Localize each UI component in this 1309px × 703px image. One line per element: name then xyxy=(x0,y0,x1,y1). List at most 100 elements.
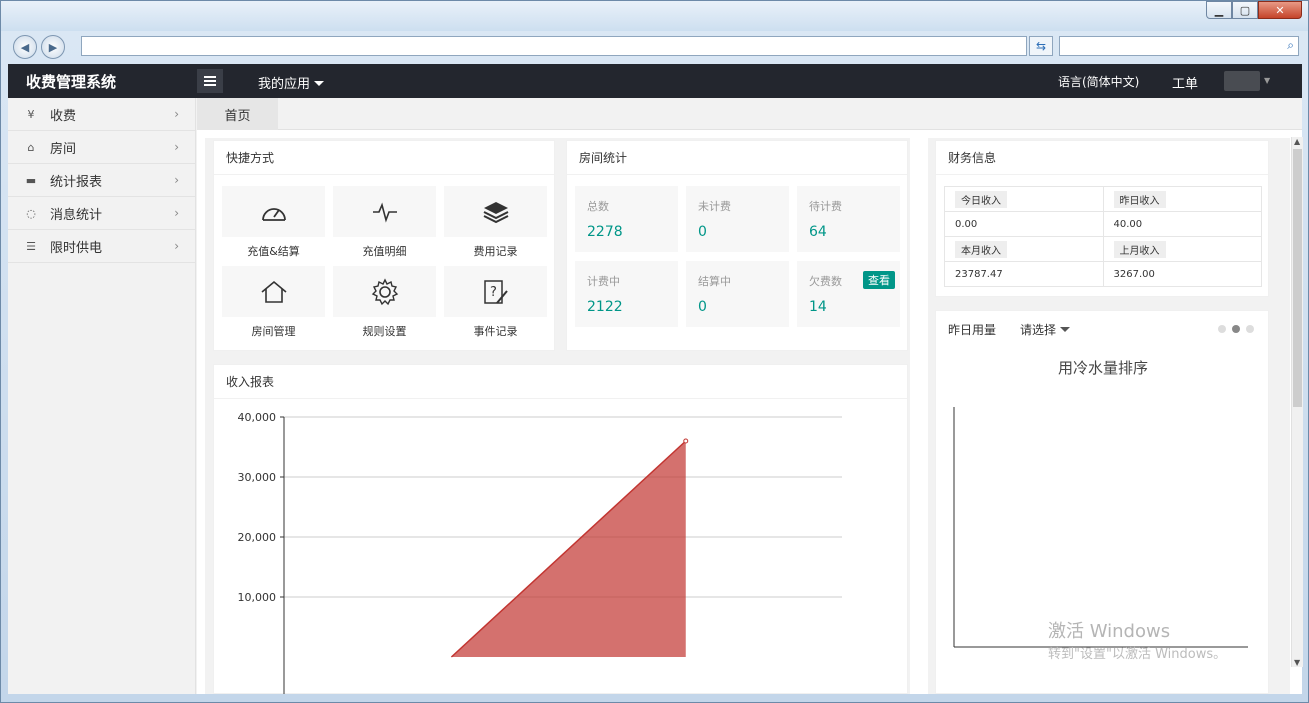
hamburger-icon xyxy=(204,80,216,82)
scroll-down-icon[interactable]: ▼ xyxy=(1294,658,1300,667)
panel-title: 收入报表 xyxy=(214,365,907,399)
carousel-dot[interactable] xyxy=(1246,325,1254,333)
quick-label: 事件记录 xyxy=(473,325,518,338)
maximize-button[interactable]: ▢ xyxy=(1232,1,1258,19)
usage-select[interactable]: 请选择 xyxy=(1020,321,1071,338)
panel-title: 快捷方式 xyxy=(214,141,554,175)
refresh-icon[interactable]: ⇆ xyxy=(1029,36,1053,56)
month-income-label: 本月收入 xyxy=(955,240,1007,258)
usage-title: 昨日用量 xyxy=(948,323,997,337)
quick-rule-settings[interactable]: 规则设置 xyxy=(333,266,436,339)
quick-recharge-settle[interactable]: 充值&结算 xyxy=(222,186,325,259)
carousel-dot[interactable] xyxy=(1218,325,1226,333)
yen-icon: ¥ xyxy=(27,107,35,121)
address-bar[interactable] xyxy=(81,36,1027,56)
sidebar-item-power[interactable]: ☰ 限时供电 › xyxy=(8,230,195,263)
quick-room-manage[interactable]: 房间管理 xyxy=(222,266,325,339)
close-button[interactable]: ✕ xyxy=(1258,1,1302,19)
stat-value: 2278 xyxy=(587,224,623,240)
chevron-right-icon: › xyxy=(174,140,179,154)
activation-watermark: 激活 Windows xyxy=(1048,621,1171,642)
sidebar-item-charge[interactable]: ¥ 收费 › xyxy=(8,98,195,131)
back-button[interactable]: ◀ xyxy=(13,35,37,59)
stat-label: 欠费数 xyxy=(809,275,842,288)
income-point[interactable] xyxy=(683,438,689,444)
stat-label: 待计费 xyxy=(809,200,842,213)
avatar[interactable] xyxy=(1224,71,1260,91)
nav-bar: ◀ ▶ ⇆ ⌕ xyxy=(1,31,1308,63)
chevron-right-icon: › xyxy=(174,239,179,253)
quick-fee-records[interactable]: 费用记录 xyxy=(444,186,547,259)
y-tick-label: 20,000 xyxy=(238,531,277,544)
left-area: 快捷方式 充值&结算 充值明细 费用记录 房间管理 规则设置 ? 事件记录 房间… xyxy=(205,138,910,694)
last-month-income-value: 3267.00 xyxy=(1102,261,1262,287)
language-selector[interactable]: 语言(简体中文) xyxy=(1058,73,1139,90)
stat-arrears: 欠费数 14 查看 xyxy=(797,261,900,327)
last-month-income-label: 上月收入 xyxy=(1113,240,1166,258)
quick-event-records[interactable]: ? 事件记录 xyxy=(444,266,547,339)
income-chart: 40,000 30,000 20,000 10,000 xyxy=(238,411,842,694)
usage-chart-title: 用冷水量排序 xyxy=(1057,359,1148,377)
carousel-dot-active[interactable] xyxy=(1232,325,1240,333)
stat-value: 0 xyxy=(698,299,707,315)
gear-icon xyxy=(371,277,398,305)
stat-label: 总数 xyxy=(587,200,609,213)
quick-label: 充值&结算 xyxy=(247,245,300,258)
question-edit-icon: ? xyxy=(483,279,508,304)
sliders-icon: ☰ xyxy=(26,239,36,253)
sidebar-item-messages[interactable]: ◌ 消息统计 › xyxy=(8,197,195,230)
panel-title: 房间统计 xyxy=(567,141,907,175)
my-apps-menu[interactable]: 我的应用 xyxy=(258,73,325,92)
activation-watermark-sub: 转到"设置"以激活 Windows。 xyxy=(1048,647,1227,662)
finance-panel: 财务信息 今日收入 昨日收入 0.00 40.00 本月收入 上月收入 23787.4… xyxy=(935,140,1269,297)
stat-value: 2122 xyxy=(587,299,623,315)
chevron-right-icon: › xyxy=(174,107,179,121)
month-income-value: 23787.47 xyxy=(944,261,1104,287)
stat-settling: 结算中 0 xyxy=(686,261,789,327)
quick-label: 费用记录 xyxy=(473,245,518,258)
right-area: 财务信息 今日收入 昨日收入 0.00 40.00 本月收入 上月收入 23787.4… xyxy=(928,138,1290,694)
stat-pending: 待计费 64 xyxy=(797,186,900,252)
main-content: 快捷方式 充值&结算 充值明细 费用记录 房间管理 规则设置 ? 事件记录 房间… xyxy=(197,130,1302,694)
y-tick-label: 40,000 xyxy=(238,411,277,424)
scrollbar[interactable]: ▲ ▼ xyxy=(1291,137,1303,667)
sidebar-item-label: 限时供电 xyxy=(50,240,103,256)
forward-button[interactable]: ▶ xyxy=(41,35,65,59)
menu-toggle-button[interactable] xyxy=(197,69,223,93)
carousel-dots xyxy=(1218,325,1254,333)
sidebar-item-reports[interactable]: ▬ 统计报表 › xyxy=(8,164,195,197)
tab-strip: 首页 xyxy=(197,98,1302,130)
caret-down-icon: ▼ xyxy=(1264,76,1271,85)
stat-unbilled: 未计费 0 xyxy=(686,186,789,252)
view-arrears-button[interactable]: 查看 xyxy=(863,271,895,289)
stat-value: 64 xyxy=(809,224,827,240)
quick-recharge-detail[interactable]: 充值明细 xyxy=(333,186,436,259)
minimize-button[interactable]: ▁ xyxy=(1206,1,1232,19)
search-input[interactable]: ⌕ xyxy=(1059,36,1299,56)
scroll-thumb[interactable] xyxy=(1293,149,1302,407)
top-bar: 收费管理系统 我的应用 语言(简体中文) 工单 ▼ xyxy=(8,64,1302,98)
sidebar-item-label: 统计报表 xyxy=(50,174,103,190)
brand-title: 收费管理系统 xyxy=(26,73,117,91)
ticket-link[interactable]: 工单 xyxy=(1172,73,1198,92)
sidebar-item-label: 收费 xyxy=(50,108,77,124)
stat-label: 结算中 xyxy=(698,275,731,288)
chevron-right-icon: › xyxy=(174,173,179,187)
chat-icon: ◌ xyxy=(26,206,36,220)
quick-label: 充值明细 xyxy=(362,245,407,258)
sidebar-item-label: 消息统计 xyxy=(50,207,103,223)
app-root: 收费管理系统 我的应用 语言(简体中文) 工单 ▼ ¥ 收费 › ⌂ 房间 › ▬ 统计报… xyxy=(8,64,1302,694)
stat-value: 0 xyxy=(698,224,707,240)
title-bar: ▁ ▢ ✕ xyxy=(1,1,1308,31)
chevron-right-icon: › xyxy=(174,206,179,220)
room-stats-panel: 房间统计 总数 2278 未计费 0 待计费 64 计费中 2122 结算中 0 欠费数 1… xyxy=(566,140,908,351)
tab-home[interactable]: 首页 xyxy=(197,98,278,130)
stat-billing: 计费中 2122 xyxy=(575,261,678,327)
quick-label: 房间管理 xyxy=(251,325,296,338)
stat-total: 总数 2278 xyxy=(575,186,678,252)
scroll-up-icon[interactable]: ▲ xyxy=(1294,137,1300,146)
my-apps-label: 我的应用 xyxy=(258,77,311,92)
stat-value: 14 xyxy=(809,299,827,315)
y-tick-label: 10,000 xyxy=(238,591,277,604)
sidebar-item-room[interactable]: ⌂ 房间 › xyxy=(8,131,195,164)
